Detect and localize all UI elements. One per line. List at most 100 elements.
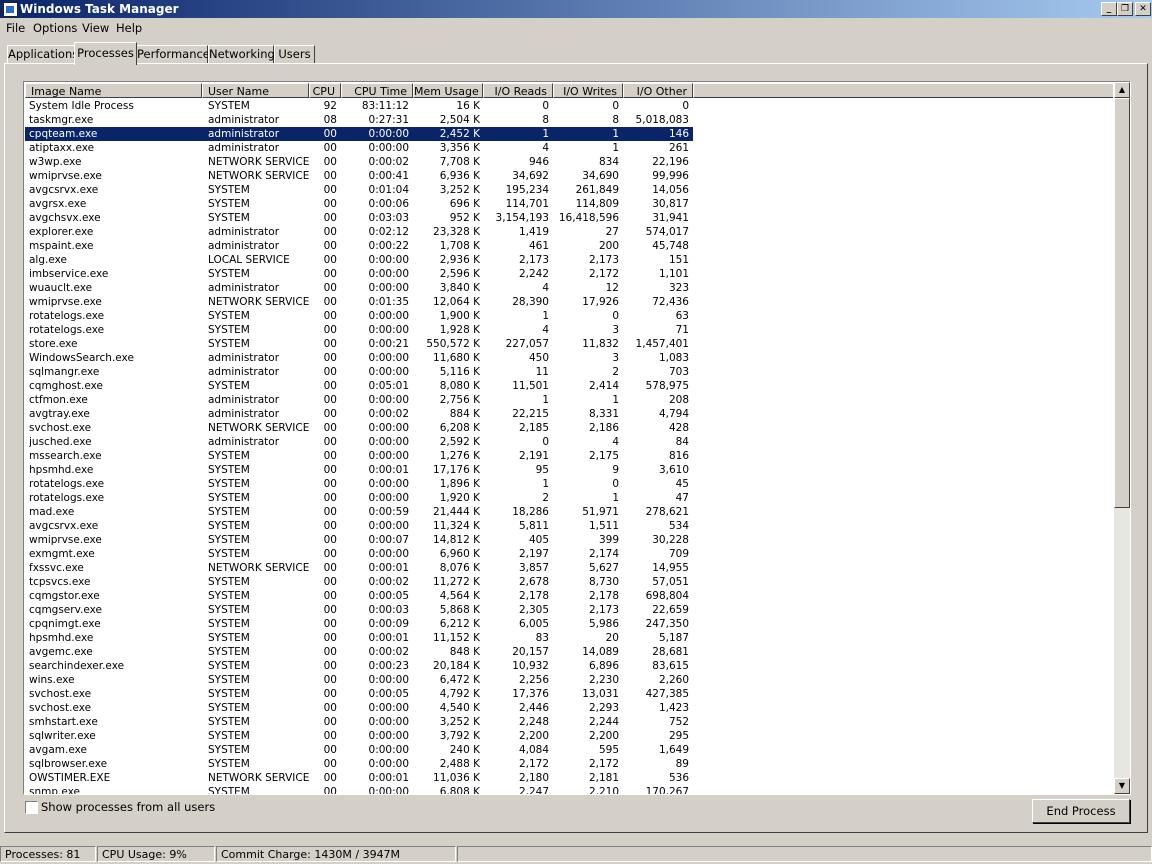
scroll-up-icon[interactable]: ▲	[1114, 82, 1130, 98]
process-row[interactable]: fxssvc.exe NETWORK SERVICE 00 0:00:01 8,076 …	[25, 561, 1113, 575]
process-row[interactable]: atiptaxx.exe administrator 00 0:00:00 3,356 …	[25, 141, 1113, 155]
cell-io-other: 278,621	[645, 506, 689, 518]
cell-io-reads: 2	[542, 492, 549, 504]
process-row[interactable]: avgtray.exe administrator 00 0:00:02 884 K 22…	[25, 407, 1113, 421]
process-row[interactable]: store.exe SYSTEM 00 0:00:21 550,572 K 227,057…	[25, 337, 1113, 351]
process-row[interactable]: explorer.exe administrator 00 0:02:12 23,328…	[25, 225, 1113, 239]
column-header-cpu[interactable]: CPU	[309, 83, 341, 98]
process-row[interactable]: smhstart.exe SYSTEM 00 0:00:00 3,252 K 2,248 2…	[25, 715, 1113, 729]
process-row[interactable]: svchost.exe SYSTEM 00 0:00:05 4,792 K 17,376 1…	[25, 687, 1113, 701]
process-row[interactable]: tcpsvcs.exe SYSTEM 00 0:00:02 11,272 K 2,678 8…	[25, 575, 1113, 589]
process-row[interactable]: wmiprvse.exe NETWORK SERVICE 00 0:01:35 12,0…	[25, 295, 1113, 309]
cell-mem-usage: 4,564 K	[439, 590, 480, 602]
end-process-button[interactable]: End Process	[1032, 799, 1130, 823]
cell-io-other: 1,101	[658, 268, 689, 280]
process-row[interactable]: cqmghost.exe SYSTEM 00 0:05:01 8,080 K 11,501…	[25, 379, 1113, 393]
tab-processes[interactable]: Processes	[74, 42, 137, 65]
menu-view[interactable]: View	[82, 21, 109, 35]
process-row[interactable]: wuauclt.exe administrator 00 0:00:00 3,840 K…	[25, 281, 1113, 295]
minimize-icon[interactable]: _	[1101, 2, 1117, 16]
process-row[interactable]: cqmgserv.exe SYSTEM 00 0:00:03 5,868 K 2,305 2…	[25, 603, 1113, 617]
tab-performance[interactable]: Performance	[136, 45, 210, 64]
process-row[interactable]: avgchsvx.exe SYSTEM 00 0:03:03 952 K 3,154,19…	[25, 211, 1113, 225]
restore-icon[interactable]: ❐	[1117, 2, 1133, 16]
cell-user-name: SYSTEM	[208, 688, 250, 700]
process-row[interactable]: cpqnimgt.exe SYSTEM 00 0:00:09 6,212 K 6,005 5…	[25, 617, 1113, 631]
process-row[interactable]: searchindexer.exe SYSTEM 00 0:00:23 20,184 K…	[25, 659, 1113, 673]
process-row[interactable]: avgcsrvx.exe SYSTEM 00 0:00:00 11,324 K 5,811…	[25, 519, 1113, 533]
process-row[interactable]: rotatelogs.exe SYSTEM 00 0:00:00 1,920 K 2 1 47	[25, 491, 1113, 505]
process-row[interactable]: avgemc.exe SYSTEM 00 0:00:02 848 K 20,157 14,0…	[25, 645, 1113, 659]
process-row[interactable]: wins.exe SYSTEM 00 0:00:00 6,472 K 2,256 2,230…	[25, 673, 1113, 687]
menu-help[interactable]: Help	[116, 21, 142, 35]
scroll-down-icon[interactable]: ▼	[1114, 778, 1130, 794]
process-row[interactable]: avgcsrvx.exe SYSTEM 00 0:01:04 3,252 K 195,23…	[25, 183, 1113, 197]
show-all-users-label[interactable]: Show processes from all users	[41, 800, 215, 814]
process-row[interactable]: mad.exe SYSTEM 00 0:00:59 21,444 K 18,286 51,9…	[25, 505, 1113, 519]
task-manager-app-icon[interactable]	[3, 2, 18, 17]
process-row[interactable]: avgrsx.exe SYSTEM 00 0:00:06 696 K 114,701 114…	[25, 197, 1113, 211]
cell-io-other: 247,350	[645, 618, 689, 630]
process-row[interactable]: exmgmt.exe SYSTEM 00 0:00:00 6,960 K 2,197 2,1…	[25, 547, 1113, 561]
process-row[interactable]: mssearch.exe SYSTEM 00 0:00:00 1,276 K 2,191 2…	[25, 449, 1113, 463]
cell-cpu-time: 0:00:00	[368, 716, 409, 728]
process-row[interactable]: System Idle Process SYSTEM 92 83:11:12 16 K 0…	[25, 99, 1113, 113]
tab-networking[interactable]: Networking	[208, 45, 275, 64]
cell-cpu-time: 0:00:00	[368, 254, 409, 266]
process-list[interactable]: Image Name User Name CPU CPU Time Mem Us…	[23, 81, 1131, 795]
process-row[interactable]: cqmgstor.exe SYSTEM 00 0:00:05 4,564 K 2,178 2…	[25, 589, 1113, 603]
process-row[interactable]: alg.exe LOCAL SERVICE 00 0:00:00 2,936 K 2,17…	[25, 253, 1113, 267]
process-row[interactable]: ctfmon.exe administrator 00 0:00:00 2,756 K 1…	[25, 393, 1113, 407]
column-header-io-writes[interactable]: I/O Writes	[553, 83, 623, 98]
cell-user-name: SYSTEM	[208, 198, 250, 210]
vertical-scrollbar[interactable]: ▲ ▼	[1114, 82, 1130, 794]
process-row[interactable]: WindowsSearch.exe administrator 00 0:00:00 1…	[25, 351, 1113, 365]
process-row[interactable]: sqlwriter.exe SYSTEM 00 0:00:00 3,792 K 2,200…	[25, 729, 1113, 743]
show-all-users-checkbox[interactable]	[25, 801, 38, 814]
cell-cpu-time: 0:00:00	[368, 394, 409, 406]
cell-image-name: rotatelogs.exe	[29, 310, 105, 322]
column-header-image-name[interactable]: Image Name	[25, 83, 202, 98]
process-row[interactable]: mspaint.exe administrator 00 0:00:22 1,708 K…	[25, 239, 1113, 253]
process-row[interactable]: wmiprvse.exe SYSTEM 00 0:00:07 14,812 K 405 39…	[25, 533, 1113, 547]
process-row[interactable]: OWSTIMER.EXE NETWORK SERVICE 00 0:00:01 11,0…	[25, 771, 1113, 785]
column-header-io-reads[interactable]: I/O Reads	[483, 83, 553, 98]
close-icon[interactable]: ✕	[1135, 2, 1151, 16]
process-row[interactable]: rotatelogs.exe SYSTEM 00 0:00:00 1,900 K 1 0 63	[25, 309, 1113, 323]
process-row[interactable]: avgam.exe SYSTEM 00 0:00:00 240 K 4,084 595 1,6…	[25, 743, 1113, 757]
process-row[interactable]: taskmgr.exe administrator 08 0:27:31 2,504 K…	[25, 113, 1113, 127]
menu-file[interactable]: File	[6, 21, 25, 35]
process-row[interactable]: rotatelogs.exe SYSTEM 00 0:00:00 1,928 K 4 3 71	[25, 323, 1113, 337]
scroll-thumb[interactable]	[1114, 98, 1130, 508]
column-header-mem-usage[interactable]: Mem Usage	[413, 83, 483, 98]
process-row[interactable]: hpsmhd.exe SYSTEM 00 0:00:01 11,152 K 83 20 5,1…	[25, 631, 1113, 645]
cell-io-reads: 10,932	[512, 660, 549, 672]
tab-users[interactable]: Users	[274, 45, 315, 64]
column-header-user-name[interactable]: User Name	[202, 83, 309, 98]
process-row[interactable]: w3wp.exe NETWORK SERVICE 00 0:00:02 7,708 K 9…	[25, 155, 1113, 169]
process-row[interactable]: snmp.exe SYSTEM 00 0:00:00 6,808 K 2,247 2,210…	[25, 785, 1113, 794]
process-row[interactable]: sqlbrowser.exe SYSTEM 00 0:00:00 2,488 K 2,17…	[25, 757, 1113, 771]
cell-cpu: 00	[323, 268, 337, 280]
column-header-cpu-time[interactable]: CPU Time	[341, 83, 413, 98]
process-row[interactable]: wmiprvse.exe NETWORK SERVICE 00 0:00:41 6,93…	[25, 169, 1113, 183]
process-row[interactable]: cpqteam.exe administrator 00 0:00:00 2,452 K…	[25, 127, 1113, 141]
window-title: Windows Task Manager	[20, 2, 179, 16]
process-row[interactable]: hpsmhd.exe SYSTEM 00 0:00:01 17,176 K 95 9 3,61…	[25, 463, 1113, 477]
process-row[interactable]: rotatelogs.exe SYSTEM 00 0:00:00 1,896 K 1 0 45	[25, 477, 1113, 491]
process-row[interactable]: svchost.exe NETWORK SERVICE 00 0:00:00 6,208…	[25, 421, 1113, 435]
cell-cpu-time: 0:00:05	[368, 590, 409, 602]
process-row[interactable]: imbservice.exe SYSTEM 00 0:00:00 2,596 K 2,24…	[25, 267, 1113, 281]
process-row[interactable]: sqlmangr.exe administrator 00 0:00:00 5,116 …	[25, 365, 1113, 379]
column-header-io-other[interactable]: I/O Other	[623, 83, 693, 98]
title-bar[interactable]: Windows Task Manager _ ❐ ✕	[0, 0, 1152, 18]
process-row[interactable]: jusched.exe administrator 00 0:00:00 2,592 K…	[25, 435, 1113, 449]
cell-mem-usage: 6,960 K	[439, 548, 480, 560]
tab-applications[interactable]: Applications	[7, 45, 78, 64]
cell-cpu-time: 0:00:00	[368, 450, 409, 462]
cell-mem-usage: 2,596 K	[439, 268, 480, 280]
cell-io-writes: 2,173	[588, 604, 619, 616]
process-row[interactable]: svchost.exe SYSTEM 00 0:00:00 4,540 K 2,446 2,…	[25, 701, 1113, 715]
menu-options[interactable]: Options	[33, 21, 77, 35]
cell-io-writes: 51,971	[582, 506, 619, 518]
